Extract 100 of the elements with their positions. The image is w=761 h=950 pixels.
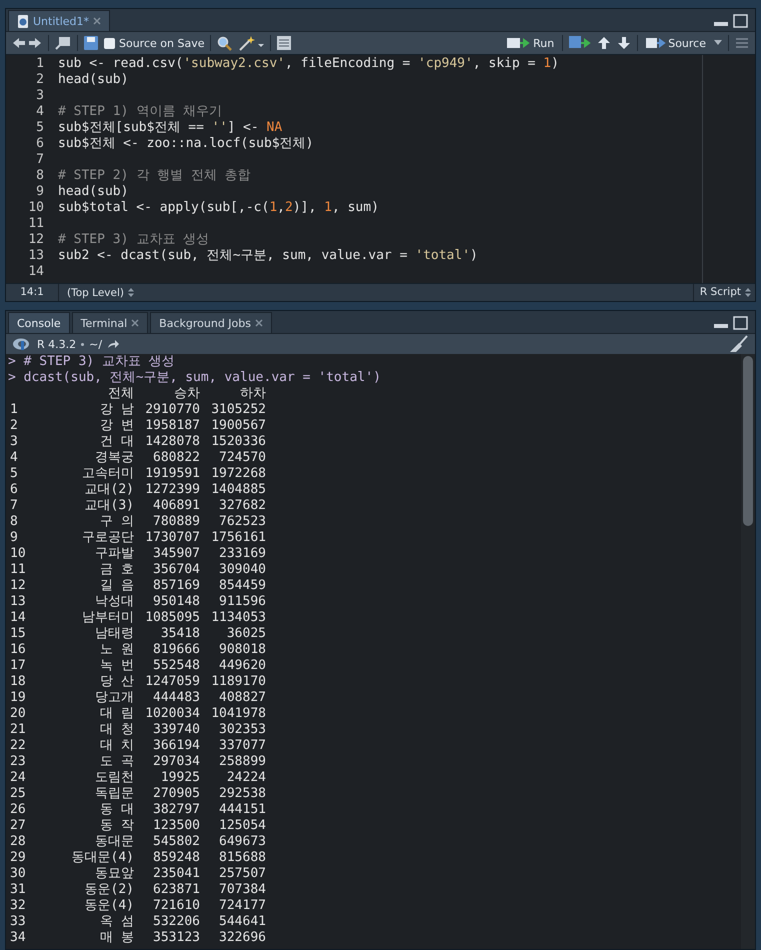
table-cell-text: 406891	[152, 498, 200, 514]
row-index: 28	[9, 834, 27, 850]
window-controls-icon[interactable]	[713, 14, 749, 28]
row-index: 23	[9, 754, 27, 770]
table-cell-text: 동묘앞	[94, 866, 134, 882]
table-cell-text: 도림천	[94, 770, 134, 786]
row-index: 5	[9, 466, 19, 482]
row-index: 33	[9, 914, 27, 930]
table-cell-text: 경복궁	[94, 450, 134, 466]
table-cell-text: 동 대	[99, 802, 134, 818]
table-cell-text: 강 변	[99, 418, 134, 434]
table-cell-text: 36025	[226, 626, 266, 642]
table-cell-text: 857169	[152, 578, 200, 594]
down-arrow-icon[interactable]	[617, 36, 632, 50]
table-cell-text: 1020034	[144, 706, 200, 722]
source-file-icon	[646, 37, 666, 49]
row-index: 10	[9, 546, 27, 562]
code-line: # STEP 3) 교차표 생성	[58, 232, 210, 248]
table-cell-text: 366194	[152, 738, 200, 754]
show-in-window-icon[interactable]	[55, 36, 71, 50]
row-index: 3	[9, 434, 19, 450]
table-cell-text: 721610	[152, 898, 200, 914]
table-cell-text: 544641	[218, 914, 266, 930]
table-cell-text: 대 림	[99, 706, 134, 722]
table-cell-text: 옥 섬	[99, 914, 134, 930]
up-arrow-icon[interactable]	[597, 36, 612, 50]
close-icon[interactable]	[254, 319, 263, 327]
line-number: 13	[27, 248, 45, 264]
code-line: sub <- read.csv('subway2.csv', fileEncoding = 'cp949', skip = 1)	[58, 56, 559, 72]
code-line: # STEP 2) 각 행별 전체 총합	[58, 168, 251, 184]
caret-icon[interactable]	[714, 40, 722, 46]
outline-icon[interactable]	[277, 36, 292, 50]
table-cell-text: 1919591	[144, 466, 200, 482]
menu-icon[interactable]	[735, 37, 749, 49]
close-icon[interactable]	[93, 17, 102, 25]
table-cell-text: 동대문	[94, 834, 134, 850]
magic-wand-icon[interactable]	[238, 35, 264, 51]
row-index: 6	[9, 482, 19, 498]
run-button[interactable]: Run	[505, 36, 556, 50]
row-index: 25	[9, 786, 27, 802]
search-icon[interactable]	[217, 36, 232, 50]
rerun-icon[interactable]	[569, 36, 592, 50]
source-on-save-checkbox[interactable]: Source on Save	[104, 36, 204, 50]
table-cell-text: 258899	[218, 754, 266, 770]
line-number: 4	[35, 104, 45, 120]
line-number: 7	[35, 152, 45, 168]
table-cell-text: 녹 번	[99, 658, 134, 674]
table-cell-text: 532206	[152, 914, 200, 930]
row-index: 30	[9, 866, 27, 882]
scope-selector[interactable]: (Top Level)	[59, 286, 128, 298]
go-to-directory-icon[interactable]	[107, 339, 120, 349]
table-cell-text: 교대(3)	[84, 498, 134, 514]
table-cell-text: 327682	[218, 498, 266, 514]
row-index: 2	[9, 418, 19, 434]
console-tab[interactable]: Terminal	[72, 312, 148, 333]
row-index: 34	[9, 930, 27, 946]
console-tab[interactable]: Background Jobs	[150, 312, 272, 333]
broom-icon[interactable]	[729, 335, 749, 353]
back-forward-icon[interactable]	[12, 36, 42, 50]
close-icon[interactable]	[131, 319, 140, 327]
row-index: 32	[9, 898, 27, 914]
row-index: 12	[9, 578, 27, 594]
up-down-icon[interactable]	[745, 288, 751, 297]
file-type-selector[interactable]: R Script	[692, 284, 745, 301]
row-index: 22	[9, 738, 27, 754]
column-header: 승차	[173, 386, 200, 402]
console-tab[interactable]: Console	[8, 312, 70, 333]
source-button[interactable]: Source	[644, 36, 708, 50]
working-directory: ~/	[89, 338, 102, 350]
table-cell-text: 동운(2)	[84, 882, 134, 898]
row-index: 17	[9, 658, 27, 674]
table-cell-text: 302353	[218, 722, 266, 738]
table-cell-text: 552548	[152, 658, 200, 674]
run-lines-icon	[507, 37, 532, 49]
line-number: 2	[35, 72, 45, 88]
table-cell-text: 125054	[218, 818, 266, 834]
table-cell-text: 680822	[152, 450, 200, 466]
table-cell-text: 819666	[152, 642, 200, 658]
r-logo-icon	[12, 337, 32, 351]
table-cell-text: 762523	[218, 514, 266, 530]
row-index: 7	[9, 498, 19, 514]
table-cell-text: 444151	[218, 802, 266, 818]
table-cell-text: 동 작	[99, 818, 134, 834]
table-cell-text: 2910770	[144, 402, 200, 418]
window-controls-icon[interactable]	[713, 316, 749, 330]
r-file-icon	[17, 14, 29, 28]
up-down-icon[interactable]	[128, 288, 134, 297]
table-cell-text: 건 대	[99, 434, 134, 450]
table-cell-text: 남태령	[94, 626, 134, 642]
r-version: R 4.3.2	[37, 338, 76, 350]
line-number: 10	[27, 200, 45, 216]
table-cell-text: 854459	[218, 578, 266, 594]
save-icon[interactable]	[84, 36, 98, 50]
table-cell-text: 408827	[218, 690, 266, 706]
file-tab[interactable]: Untitled1*	[8, 10, 110, 31]
scrollbar-thumb[interactable]	[743, 356, 753, 526]
table-cell-text: 545802	[152, 834, 200, 850]
row-index: 15	[9, 626, 27, 642]
table-cell-text: 노 원	[99, 642, 134, 658]
row-index: 11	[9, 562, 27, 578]
